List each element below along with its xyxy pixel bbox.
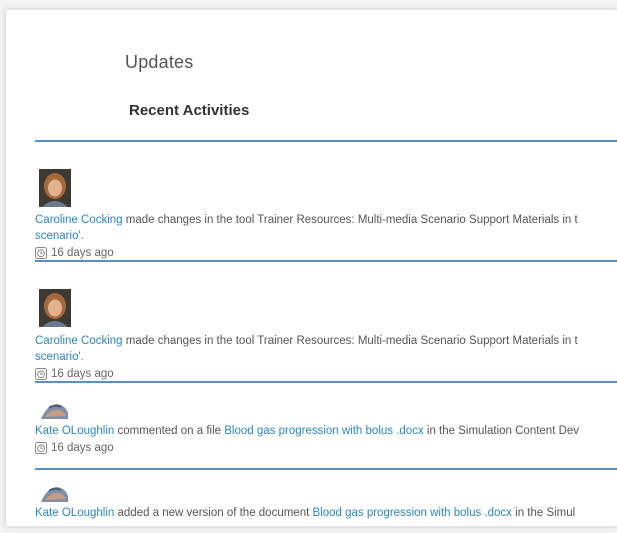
activity-text: made changes in the tool Trainer Resourc… (122, 214, 578, 226)
clock-icon (35, 247, 47, 259)
activity-item: Caroline Cocking made changes in the too… (35, 142, 617, 262)
activity-item: Caroline Cocking made changes in the too… (35, 262, 617, 383)
activity-text: added a new version of the document (114, 507, 313, 519)
scenario-link[interactable]: scenario'. (35, 229, 84, 243)
activity-text: commented on a file (114, 425, 225, 437)
actor-link[interactable]: Kate OLoughlin (35, 507, 114, 519)
activity-text: made changes in the tool Trainer Resourc… (122, 335, 578, 347)
clock-icon (35, 442, 47, 454)
activity-suffix: in the Simul (511, 507, 576, 519)
timestamp: 16 days ago (35, 441, 114, 455)
actor-link[interactable]: Kate OLoughlin (35, 425, 114, 437)
timestamp: 16 days ago (35, 246, 114, 260)
activity-suffix: in the Simulation Content Dev (423, 425, 580, 437)
avatar[interactable] (39, 289, 71, 327)
timestamp-text: 16 days ago (51, 442, 114, 454)
actor-link[interactable]: Caroline Cocking (35, 335, 123, 347)
timestamp-text: 16 days ago (51, 247, 114, 259)
page-title: Updates (125, 52, 194, 72)
scenario-link[interactable]: scenario'. (35, 350, 84, 364)
avatar[interactable] (39, 482, 69, 504)
file-link[interactable]: Blood gas progression with bolus .docx (312, 507, 511, 519)
timestamp: 16 days ago (35, 367, 114, 381)
section-heading: Recent Activities (129, 102, 250, 119)
updates-panel: Updates Recent Activities Caroline Cocki… (6, 10, 617, 526)
actor-link[interactable]: Caroline Cocking (35, 214, 123, 226)
file-link[interactable]: Blood gas progression with bolus .docx (224, 425, 423, 437)
clock-icon (35, 368, 47, 380)
activity-item: Kate OLoughlin commented on a file Blood… (35, 383, 617, 470)
activity-item: Kate OLoughlin added a new version of th… (35, 470, 617, 526)
avatar[interactable] (39, 169, 71, 207)
avatar[interactable] (39, 399, 69, 421)
activity-feed: Caroline Cocking made changes in the too… (35, 142, 617, 526)
timestamp-text: 16 days ago (51, 368, 114, 380)
